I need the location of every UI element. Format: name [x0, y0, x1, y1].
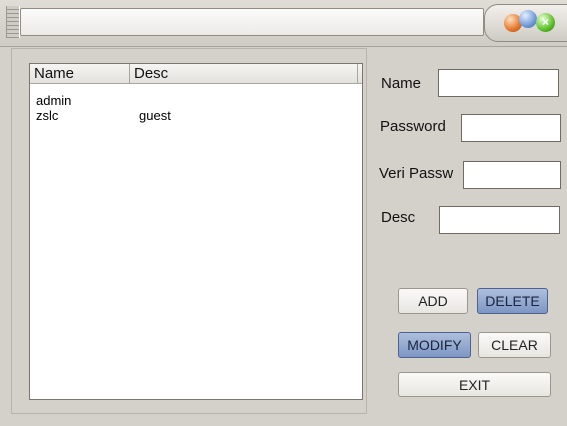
- desc-label: Desc: [381, 209, 416, 226]
- name-field[interactable]: [438, 69, 559, 97]
- clear-button[interactable]: CLEAR: [478, 332, 551, 358]
- list-item-desc[interactable]: guest: [139, 108, 171, 123]
- list-item-name[interactable]: zslc: [36, 108, 58, 123]
- window-title: [20, 8, 484, 36]
- verify-password-label: Veri Passw: [379, 165, 454, 182]
- window-grip-icon[interactable]: [6, 6, 20, 38]
- column-header-end: [358, 64, 362, 83]
- password-field[interactable]: [461, 114, 561, 142]
- add-button[interactable]: ADD: [398, 288, 468, 314]
- window-controls: ×: [484, 4, 567, 42]
- maximize-icon[interactable]: [519, 10, 537, 28]
- user-list[interactable]: [29, 63, 363, 400]
- desc-field[interactable]: [439, 206, 560, 234]
- close-icon[interactable]: ×: [536, 13, 555, 32]
- title-bar: ×: [0, 0, 567, 47]
- modify-button[interactable]: MODIFY: [398, 332, 471, 358]
- column-header-desc[interactable]: Desc: [130, 64, 358, 83]
- exit-button[interactable]: EXIT: [398, 372, 551, 397]
- list-header: Name Desc: [30, 64, 362, 84]
- column-header-name[interactable]: Name: [30, 64, 130, 83]
- name-label: Name: [381, 75, 422, 92]
- list-item-name[interactable]: admin: [36, 93, 71, 108]
- delete-button[interactable]: DELETE: [477, 288, 548, 314]
- password-label: Password: [380, 118, 446, 135]
- verify-password-field[interactable]: [463, 161, 561, 189]
